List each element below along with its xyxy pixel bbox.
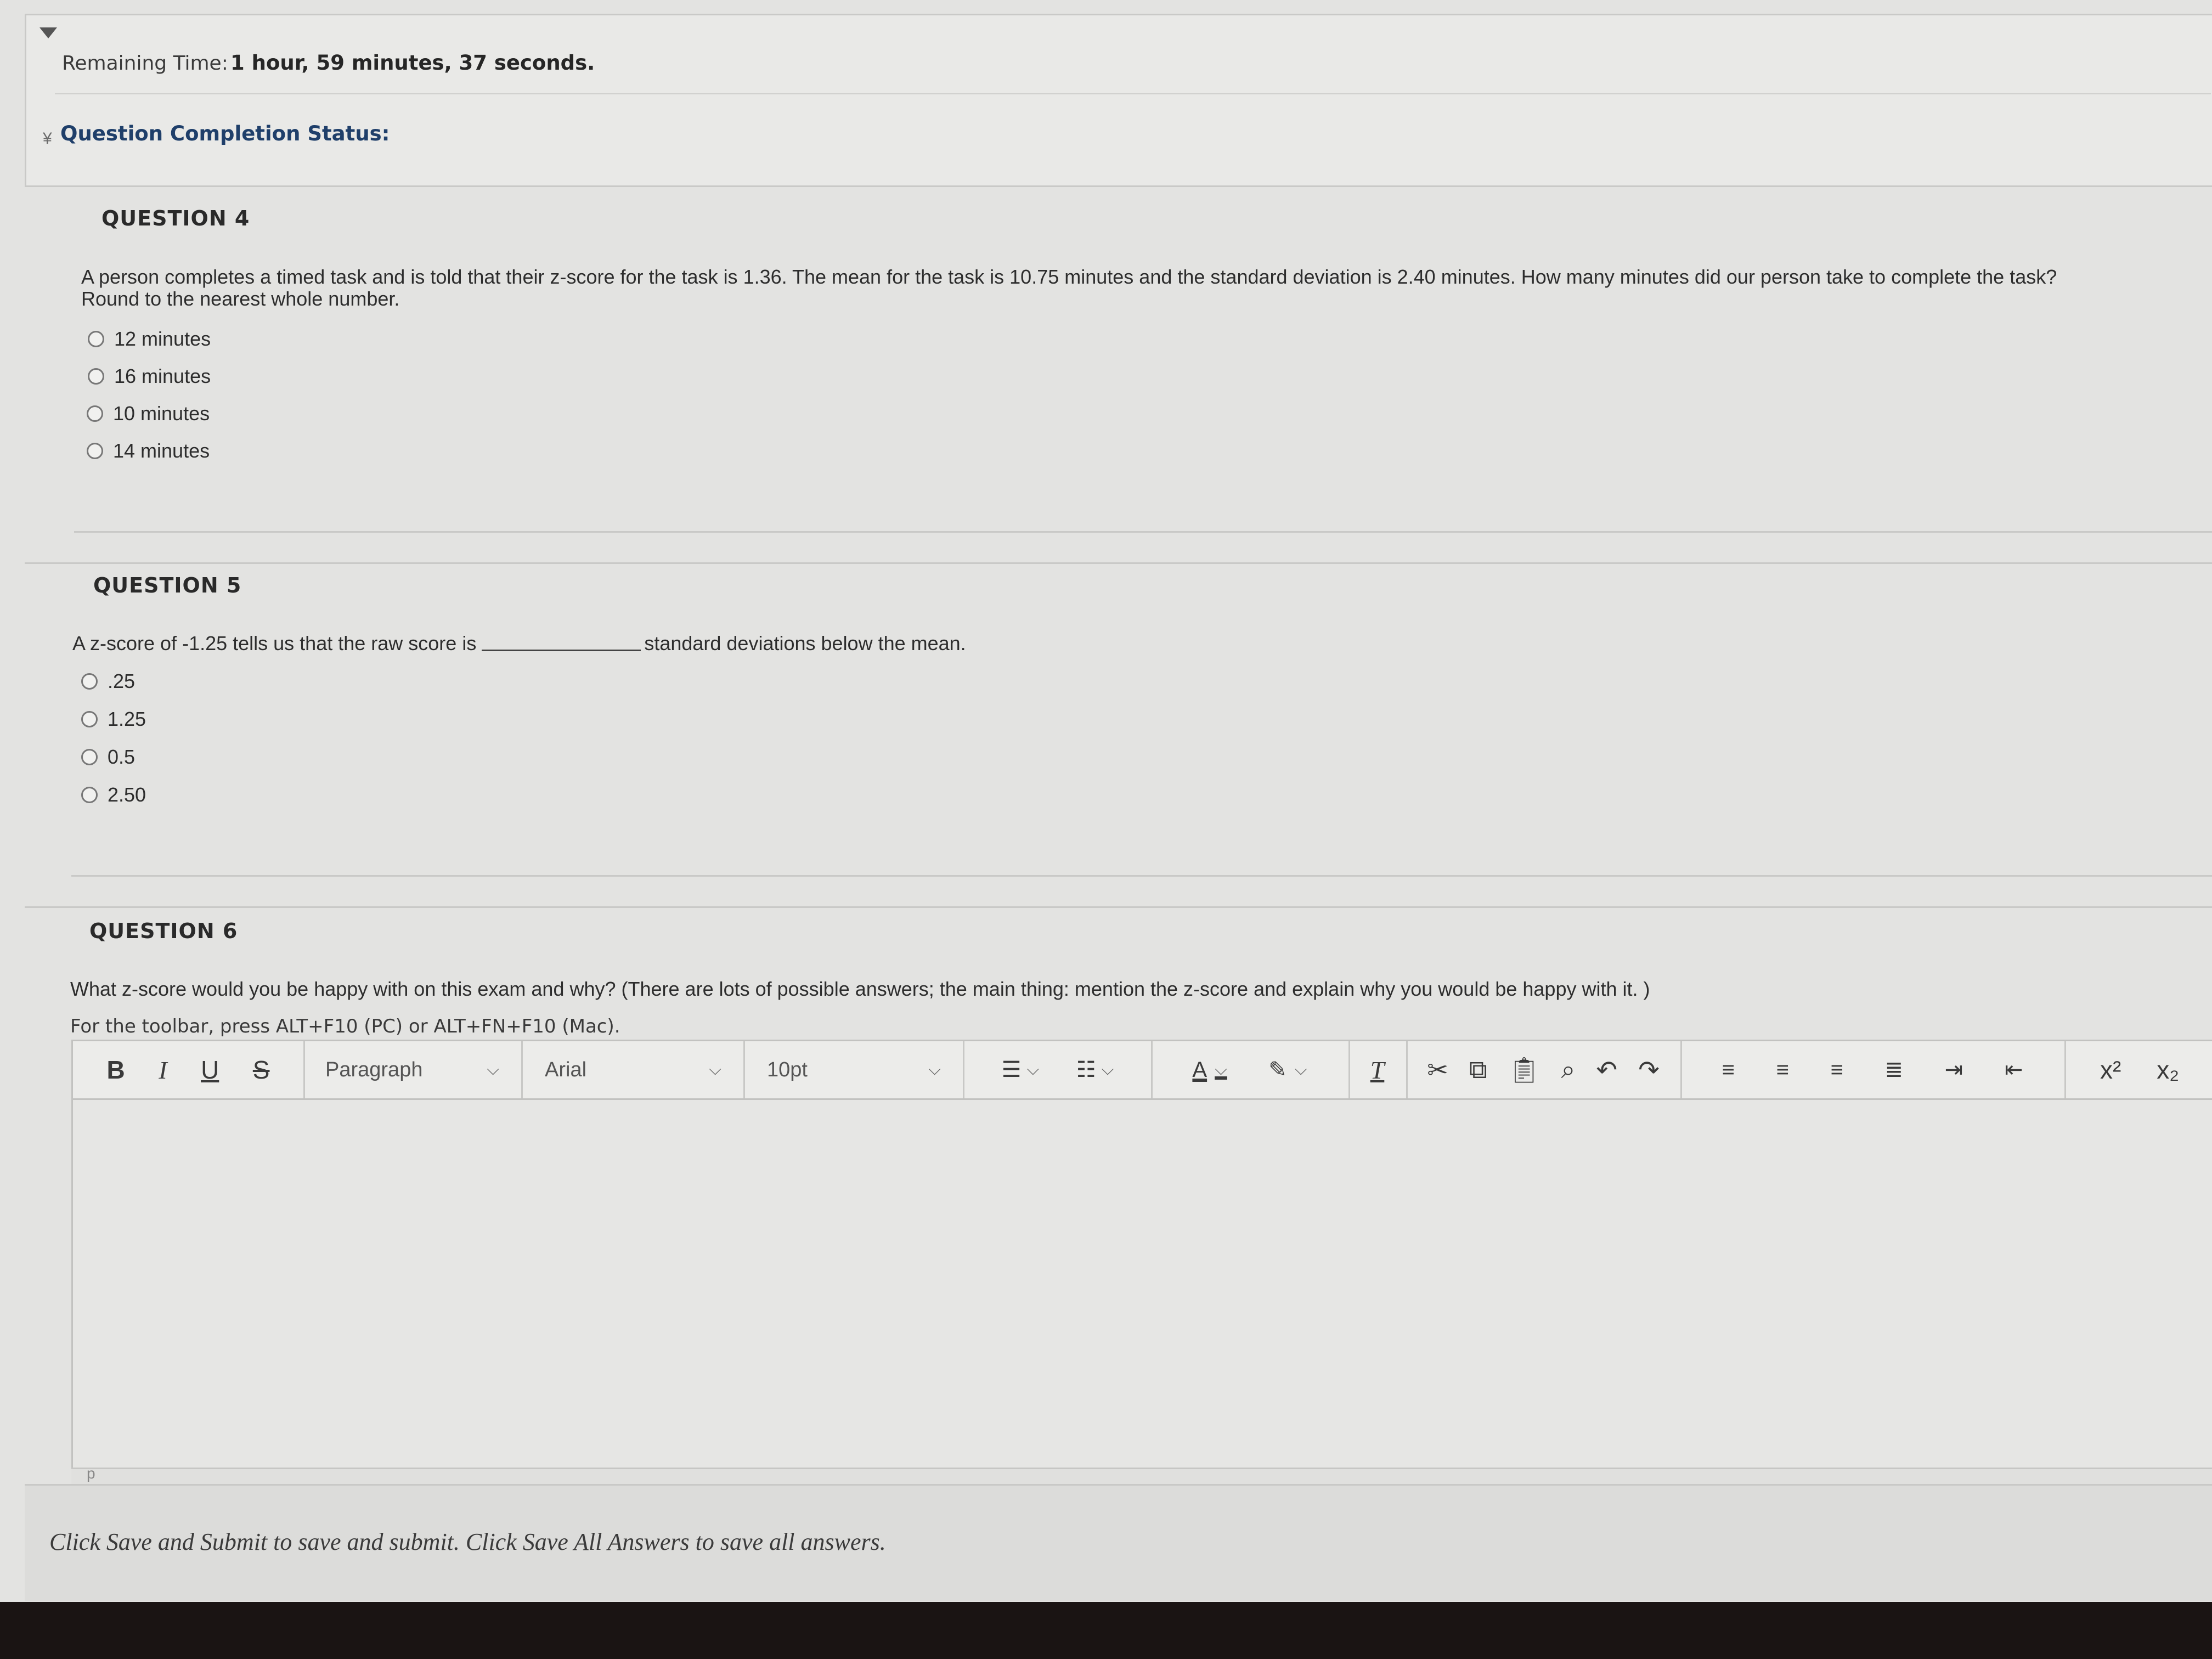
copy-icon[interactable]: ⧉ bbox=[1469, 1054, 1487, 1085]
option-label: 10 minutes bbox=[113, 402, 210, 425]
option-label: 1.25 bbox=[108, 708, 146, 730]
text-color-button[interactable]: A ⌵ bbox=[1192, 1058, 1227, 1082]
undo-icon[interactable]: ↶ bbox=[1596, 1055, 1618, 1085]
question-4-text-line2: Round to the nearest whole number. bbox=[81, 287, 400, 310]
cut-icon[interactable]: ✂ bbox=[1427, 1055, 1448, 1085]
option-label: 0.5 bbox=[108, 746, 136, 768]
align-right-icon[interactable]: ≡ bbox=[1831, 1058, 1843, 1082]
format-group: B I U S bbox=[73, 1041, 305, 1098]
question-6-title: QUESTION 6 bbox=[89, 919, 238, 943]
option-label: 12 minutes bbox=[114, 328, 211, 350]
question-separator bbox=[25, 906, 2212, 908]
highlight-color-icon[interactable]: ✎ ⌵ bbox=[1268, 1057, 1307, 1082]
strikethrough-button[interactable]: S bbox=[253, 1055, 270, 1085]
redo-icon[interactable]: ↷ bbox=[1638, 1055, 1660, 1085]
indent-icon[interactable]: ⇥ bbox=[1945, 1057, 1963, 1082]
radio-button[interactable] bbox=[81, 749, 98, 765]
question-separator bbox=[71, 875, 2212, 877]
answer-blank bbox=[482, 650, 641, 651]
bold-button[interactable]: B bbox=[107, 1055, 125, 1085]
question-5-text-after: standard deviations below the mean. bbox=[644, 632, 966, 654]
question-5-title: QUESTION 5 bbox=[93, 573, 242, 597]
numbered-list-icon[interactable]: ☷ ⌵ bbox=[1076, 1057, 1114, 1082]
question-4-title: QUESTION 4 bbox=[101, 206, 250, 230]
color-group: A ⌵ ✎ ⌵ bbox=[1151, 1041, 1350, 1098]
question-4-option[interactable]: 10 minutes bbox=[87, 402, 210, 425]
question-separator bbox=[74, 531, 2212, 533]
chevron-down-icon: ⌵ bbox=[709, 1060, 721, 1079]
underline-button[interactable]: U bbox=[201, 1055, 219, 1085]
question-5-text: A z-score of -1.25 tells us that the raw… bbox=[72, 633, 2201, 654]
question-4-option[interactable]: 12 minutes bbox=[88, 328, 211, 351]
question-5-option[interactable]: 0.5 bbox=[81, 746, 135, 769]
element-path: p bbox=[87, 1465, 95, 1482]
radio-button[interactable] bbox=[81, 673, 98, 690]
answer-editor[interactable] bbox=[71, 1100, 2212, 1468]
radio-button[interactable] bbox=[81, 787, 98, 803]
radio-button[interactable] bbox=[81, 711, 98, 727]
paste-icon[interactable]: 📋︎ bbox=[1508, 1055, 1540, 1085]
question-4-option[interactable]: 14 minutes bbox=[87, 439, 210, 462]
question-5-text-before: A z-score of -1.25 tells us that the raw… bbox=[72, 632, 477, 654]
question-4-option[interactable]: 16 minutes bbox=[88, 365, 211, 388]
question-4-text-line1: A person completes a timed task and is t… bbox=[81, 266, 2057, 288]
align-group: ≡ ≡ ≡ ≣ ⇥ ⇤ bbox=[1680, 1041, 2066, 1098]
expand-chevron-icon[interactable]: ¥ bbox=[43, 129, 52, 148]
superscript-button[interactable]: x² bbox=[2100, 1055, 2121, 1085]
option-label: 14 minutes bbox=[113, 439, 210, 462]
chevron-down-icon: ⌵ bbox=[928, 1060, 941, 1079]
edit-group: ✂ ⧉ 📋︎ ⌕ ↶ ↷ bbox=[1406, 1041, 1682, 1098]
question-4-text: A person completes a timed task and is t… bbox=[81, 266, 2210, 310]
bullet-list-icon[interactable]: ☰ ⌵ bbox=[1002, 1057, 1040, 1082]
chevron-down-icon: ⌵ bbox=[487, 1060, 499, 1079]
paragraph-select[interactable]: Paragraph ⌵ bbox=[303, 1041, 523, 1098]
radio-button[interactable] bbox=[88, 368, 104, 385]
size-select-value: 10pt bbox=[767, 1058, 808, 1081]
screen-bezel bbox=[0, 1602, 2212, 1659]
radio-button[interactable] bbox=[87, 443, 103, 459]
option-label: 16 minutes bbox=[114, 365, 211, 387]
list-group: ☰ ⌵ ☷ ⌵ bbox=[964, 1041, 1153, 1098]
clear-formatting-button[interactable]: T bbox=[1370, 1056, 1385, 1085]
timer-label: Remaining Time: bbox=[62, 52, 228, 75]
radio-button[interactable] bbox=[87, 405, 103, 422]
question-5-option[interactable]: 1.25 bbox=[81, 708, 146, 731]
paragraph-select-value: Paragraph bbox=[325, 1058, 423, 1081]
header-panel bbox=[25, 14, 2212, 187]
subscript-button[interactable]: x₂ bbox=[2157, 1055, 2179, 1085]
editor-toolbar: B I U S Paragraph ⌵ Arial ⌵ 10pt ⌵ ☰ ⌵ ☷ ⌵… bbox=[71, 1040, 2212, 1100]
question-completion-status-toggle[interactable]: Question Completion Status: bbox=[60, 122, 390, 145]
font-select[interactable]: Arial ⌵ bbox=[523, 1041, 745, 1098]
text-color-label: A bbox=[1192, 1057, 1207, 1082]
toolbar-hint: For the toolbar, press ALT+F10 (PC) or A… bbox=[70, 1015, 620, 1037]
search-icon[interactable]: ⌕ bbox=[1561, 1054, 1576, 1085]
question-5-option[interactable]: 2.50 bbox=[81, 783, 146, 806]
timer-value: 1 hour, 59 minutes, 37 seconds. bbox=[230, 51, 595, 75]
collapse-arrow-icon[interactable] bbox=[40, 27, 57, 38]
question-separator bbox=[25, 562, 2212, 564]
script-group: x² x₂ bbox=[2064, 1041, 2212, 1098]
question-5-option[interactable]: .25 bbox=[81, 670, 135, 693]
font-select-value: Arial bbox=[545, 1058, 587, 1081]
footer-instructions: Click Save and Submit to save and submit… bbox=[49, 1528, 886, 1555]
size-select[interactable]: 10pt ⌵ bbox=[745, 1041, 964, 1098]
align-left-icon[interactable]: ≡ bbox=[1722, 1058, 1735, 1082]
option-label: 2.50 bbox=[108, 783, 146, 806]
header-divider bbox=[55, 93, 2211, 94]
question-6-text: What z-score would you be happy with on … bbox=[70, 978, 1650, 1000]
clear-format-group: T bbox=[1348, 1041, 1408, 1098]
italic-button[interactable]: I bbox=[159, 1056, 167, 1085]
radio-button[interactable] bbox=[88, 331, 104, 347]
option-label: .25 bbox=[108, 670, 136, 692]
outdent-icon[interactable]: ⇤ bbox=[2005, 1057, 2023, 1082]
align-justify-icon[interactable]: ≣ bbox=[1885, 1057, 1904, 1082]
align-center-icon[interactable]: ≡ bbox=[1776, 1058, 1789, 1082]
